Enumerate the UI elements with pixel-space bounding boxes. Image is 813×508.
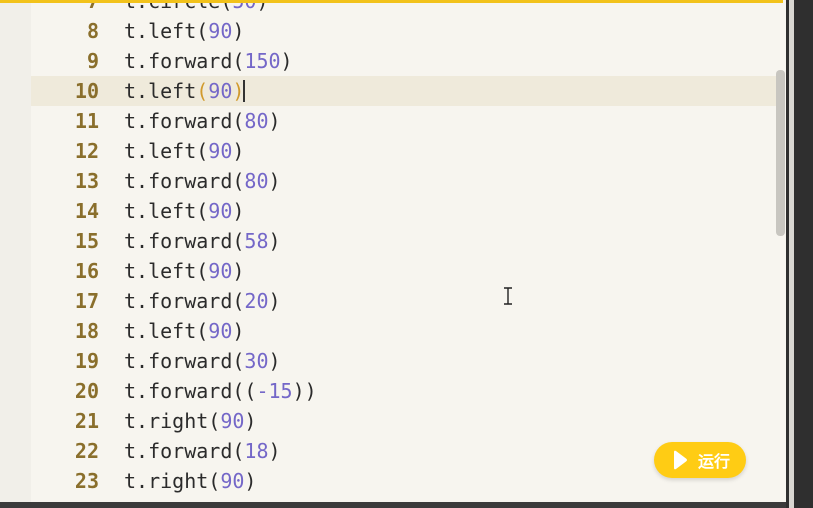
vertical-scrollbar-thumb[interactable] [776,70,785,236]
run-button[interactable]: 运行 [654,442,746,478]
code-text[interactable]: t.left(90) [124,136,244,166]
line-number: 22 [74,439,99,463]
matched-bracket-open: ( [196,79,209,103]
play-icon [674,450,687,470]
line-number: 19 [74,349,99,373]
line-number: 23 [74,469,99,493]
top-accent-bar-overlay [0,0,783,3]
code-text[interactable]: t.forward(80) [124,106,281,136]
code-line[interactable]: 13 t.forward(80) [31,166,776,196]
code-line[interactable]: 20 t.forward((-15)) [31,376,776,406]
bottom-horizontal-scrollbar[interactable] [0,502,786,508]
code-line[interactable]: 14 t.left(90) [31,196,776,226]
code-text[interactable]: t.left(90) [124,76,246,106]
code-editor-window: 7 t.circle(50) 8 t.left(90) 9 t.forward(… [0,0,813,508]
code-line[interactable]: 12 t.left(90) [31,136,776,166]
code-text[interactable]: t.left(90) [124,316,244,346]
line-number: 12 [74,139,99,163]
code-text[interactable]: t.forward(58) [124,226,281,256]
code-line[interactable]: 15 t.forward(58) [31,226,776,256]
code-text[interactable]: t.left(90) [124,16,244,46]
right-side-panel [786,0,813,508]
line-number: 9 [86,49,99,73]
code-line[interactable]: 18 t.left(90) [31,316,776,346]
line-number: 11 [74,109,99,133]
code-text[interactable]: t.forward(20) [124,286,281,316]
code-text[interactable]: t.forward((-15)) [124,376,317,406]
line-number: 10 [74,79,99,103]
code-text[interactable]: t.right(90) [124,466,256,496]
line-number: 17 [74,289,99,313]
code-text[interactable]: t.forward(30) [124,346,281,376]
left-margin-strip [0,0,31,502]
code-text[interactable]: t.forward(150) [124,46,293,76]
line-number: 16 [74,259,99,283]
line-number: 13 [74,169,99,193]
line-number: 20 [74,379,99,403]
line-number: 18 [74,319,99,343]
code-line[interactable]: 17 t.forward(20) [31,286,776,316]
code-line[interactable]: 9 t.forward(150) [31,46,776,76]
code-line[interactable]: 16 t.left(90) [31,256,776,286]
line-number: 8 [86,19,99,43]
line-number: 21 [74,409,99,433]
code-line[interactable]: 19 t.forward(30) [31,346,776,376]
code-text[interactable]: t.right(90) [124,406,256,436]
code-text[interactable]: t.left(90) [124,196,244,226]
code-line[interactable]: 11 t.forward(80) [31,106,776,136]
code-text[interactable]: t.forward(18) [124,436,281,466]
text-cursor-icon [504,287,512,305]
right-panel-divider[interactable] [789,0,794,508]
text-caret [243,80,246,102]
code-text[interactable]: t.left(90) [124,256,244,286]
code-line[interactable]: 21 t.right(90) [31,406,776,436]
line-number: 14 [74,199,99,223]
code-line[interactable]: 8 t.left(90) [31,16,776,46]
line-number: 15 [74,229,99,253]
code-text[interactable]: t.forward(80) [124,166,281,196]
run-button-label: 运行 [698,452,731,471]
code-line-active[interactable]: 10 t.left(90) [31,76,776,106]
